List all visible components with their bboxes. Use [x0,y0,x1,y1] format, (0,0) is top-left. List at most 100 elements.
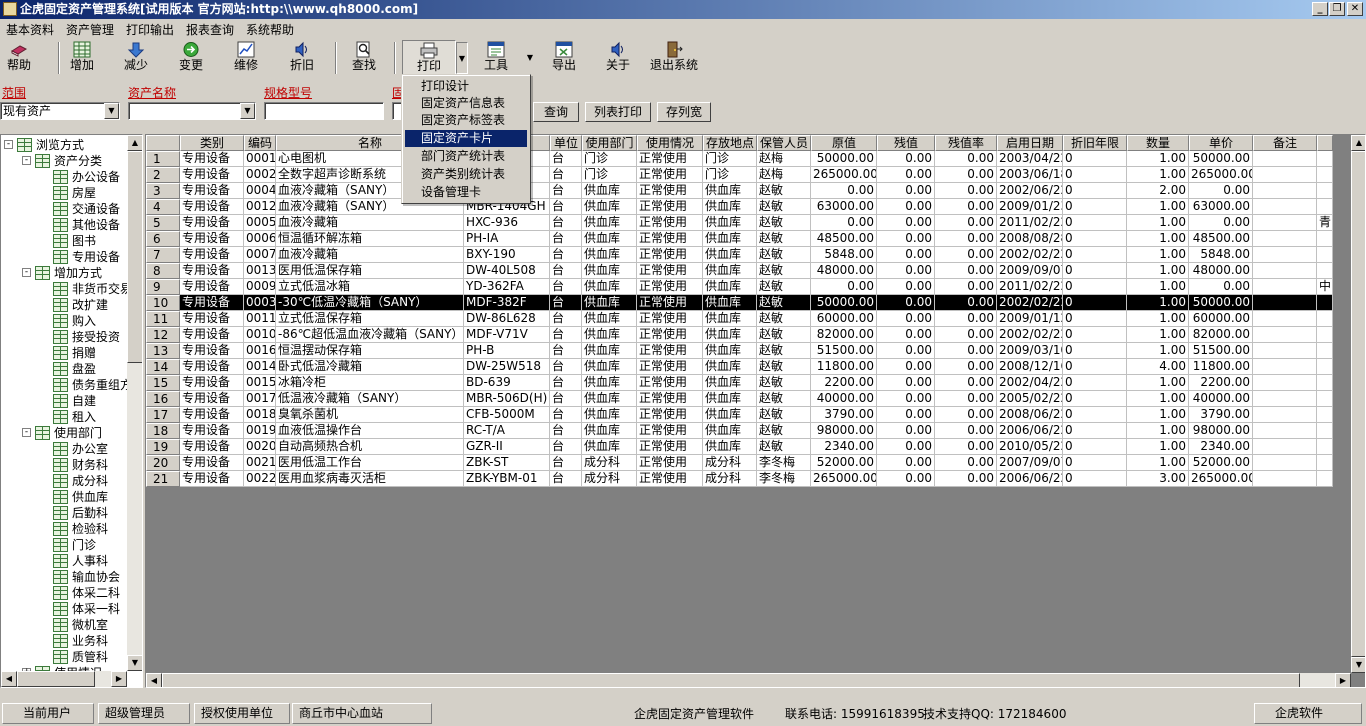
table-cell[interactable]: 0.00 [935,247,997,263]
table-cell[interactable]: 1.00 [1127,167,1189,183]
table-row[interactable]: 13 专用设备 0016 恒温摆动保存箱 PH-B 台供血库 正常使用 供血库 赵敏 51500.… [146,343,1351,359]
table-cell[interactable]: 赵敏 [757,423,811,439]
table-cell[interactable]: 专用设备 [180,199,244,215]
scroll-thumb[interactable] [1351,151,1365,657]
table-cell[interactable]: 供血库 [703,407,757,423]
repair-button[interactable]: 维修 [228,40,264,76]
table-cell[interactable]: 医用血浆病毒灭活柜 [276,471,464,487]
print-button[interactable]: 打印 [402,40,456,76]
table-cell[interactable]: 0.00 [811,183,877,199]
table-cell[interactable]: 赵敏 [757,279,811,295]
column-header[interactable]: 启用日期 [997,135,1063,151]
table-cell[interactable]: 0.00 [877,375,935,391]
table-cell[interactable] [1317,327,1333,343]
table-cell[interactable]: 供血库 [703,343,757,359]
table-cell[interactable]: 265000.00 [811,471,877,487]
table-cell[interactable]: 0.00 [877,471,935,487]
table-cell[interactable]: 2005/02/22 [997,391,1063,407]
tree-item[interactable]: 房屋 [1,185,127,201]
help-button[interactable]: 帮助 [2,40,36,76]
table-cell[interactable]: 0022 [244,471,276,487]
table-cell[interactable]: 48000.00 [1189,263,1253,279]
table-cell[interactable]: 冰箱冷柜 [276,375,464,391]
table-cell[interactable]: 赵敏 [757,359,811,375]
chevron-down-icon[interactable]: ▼ [240,103,255,119]
table-cell[interactable]: 台 [550,215,582,231]
column-header[interactable]: 备注 [1253,135,1317,151]
table-cell[interactable]: 正常使用 [637,263,703,279]
table-cell[interactable]: 赵敏 [757,215,811,231]
table-cell[interactable]: 0014 [244,359,276,375]
table-horizontal-scrollbar[interactable]: ◀ ▶ [146,673,1351,687]
table-cell[interactable]: 正常使用 [637,391,703,407]
table-cell[interactable]: 1.00 [1127,199,1189,215]
change-button[interactable]: 变更 [173,40,209,76]
table-cell[interactable]: 0.00 [877,295,935,311]
table-cell[interactable]: 52000.00 [811,455,877,471]
table-cell[interactable]: 正常使用 [637,343,703,359]
table-row[interactable]: 16 专用设备 0017 低温液冷藏箱（SANY） MBR-506D(H) 台供血库 正常使… [146,391,1351,407]
table-cell[interactable]: 0 [1063,167,1127,183]
table-cell[interactable] [1317,359,1333,375]
table-cell[interactable] [1317,263,1333,279]
tree-item[interactable]: - 增加方式 [1,265,127,281]
table-cell[interactable]: 2009/01/23 [997,199,1063,215]
table-cell[interactable]: 供血库 [582,295,637,311]
table-cell[interactable]: 0006 [244,231,276,247]
table-cell[interactable]: 0 [1063,391,1127,407]
table-cell[interactable]: 48000.00 [811,263,877,279]
table-cell[interactable]: 0.00 [935,215,997,231]
table-cell[interactable]: 专用设备 [180,167,244,183]
table-cell[interactable]: HXC-936 [464,215,550,231]
table-cell[interactable]: 正常使用 [637,295,703,311]
tree-item[interactable]: 微机室 [1,617,127,633]
table-cell[interactable]: -30℃低温冷藏箱（SANY） [276,295,464,311]
table-cell[interactable] [1253,215,1317,231]
tree-item[interactable]: - 资产分类 [1,153,127,169]
add-button[interactable]: 增加 [64,40,100,76]
table-cell[interactable]: 专用设备 [180,359,244,375]
list-print-button[interactable]: 列表打印 [585,102,651,122]
table-cell[interactable]: 台 [550,343,582,359]
minimize-button[interactable]: _ [1312,2,1328,16]
table-cell[interactable] [1317,423,1333,439]
tree-item[interactable]: 供血库 [1,489,127,505]
table-cell[interactable]: RC-T/A [464,423,550,439]
table-cell[interactable]: 3.00 [1127,471,1189,487]
table-cell[interactable]: 供血库 [582,231,637,247]
row-number[interactable]: 11 [146,311,180,327]
scroll-down-icon[interactable]: ▼ [1351,657,1365,673]
table-cell[interactable]: 2003/04/22 [997,151,1063,167]
table-row[interactable]: 21 专用设备 0022 医用血浆病毒灭活柜 ZBK-YBM-01 台成分科 正常使用 成分科… [146,471,1351,487]
table-cell[interactable]: 台 [550,391,582,407]
table-cell[interactable]: 赵梅 [757,151,811,167]
table-cell[interactable]: 0.00 [935,359,997,375]
table-cell[interactable]: 台 [550,311,582,327]
table-cell[interactable]: 赵敏 [757,263,811,279]
table-cell[interactable]: 0011 [244,311,276,327]
table-cell[interactable]: 0 [1063,247,1127,263]
table-cell[interactable]: 2002/02/22 [997,247,1063,263]
table-cell[interactable] [1317,407,1333,423]
table-row[interactable]: 3 专用设备 0004 血液冷藏箱（SANY）台供血库 正常使用 供血库 赵敏 0.00 0.0… [146,183,1351,199]
table-cell[interactable]: 0 [1063,199,1127,215]
table-cell[interactable]: 供血库 [703,231,757,247]
table-cell[interactable]: 0.00 [877,327,935,343]
table-cell[interactable]: 正常使用 [637,199,703,215]
table-cell[interactable]: 正常使用 [637,455,703,471]
table-cell[interactable]: 正常使用 [637,375,703,391]
table-cell[interactable] [1253,263,1317,279]
table-cell[interactable]: 台 [550,375,582,391]
table-cell[interactable] [1253,359,1317,375]
table-cell[interactable]: 0.00 [935,471,997,487]
table-cell[interactable]: 265000.00 [1189,167,1253,183]
print-dropdown-arrow[interactable]: ▼ [456,42,468,74]
table-cell[interactable]: 专用设备 [180,471,244,487]
table-cell[interactable]: 11800.00 [1189,359,1253,375]
table-cell[interactable]: 供血库 [582,199,637,215]
table-cell[interactable]: 供血库 [703,359,757,375]
column-header[interactable]: 编码 [244,135,276,151]
table-cell[interactable]: 0.00 [935,439,997,455]
table-cell[interactable]: 0 [1063,455,1127,471]
row-number[interactable]: 2 [146,167,180,183]
